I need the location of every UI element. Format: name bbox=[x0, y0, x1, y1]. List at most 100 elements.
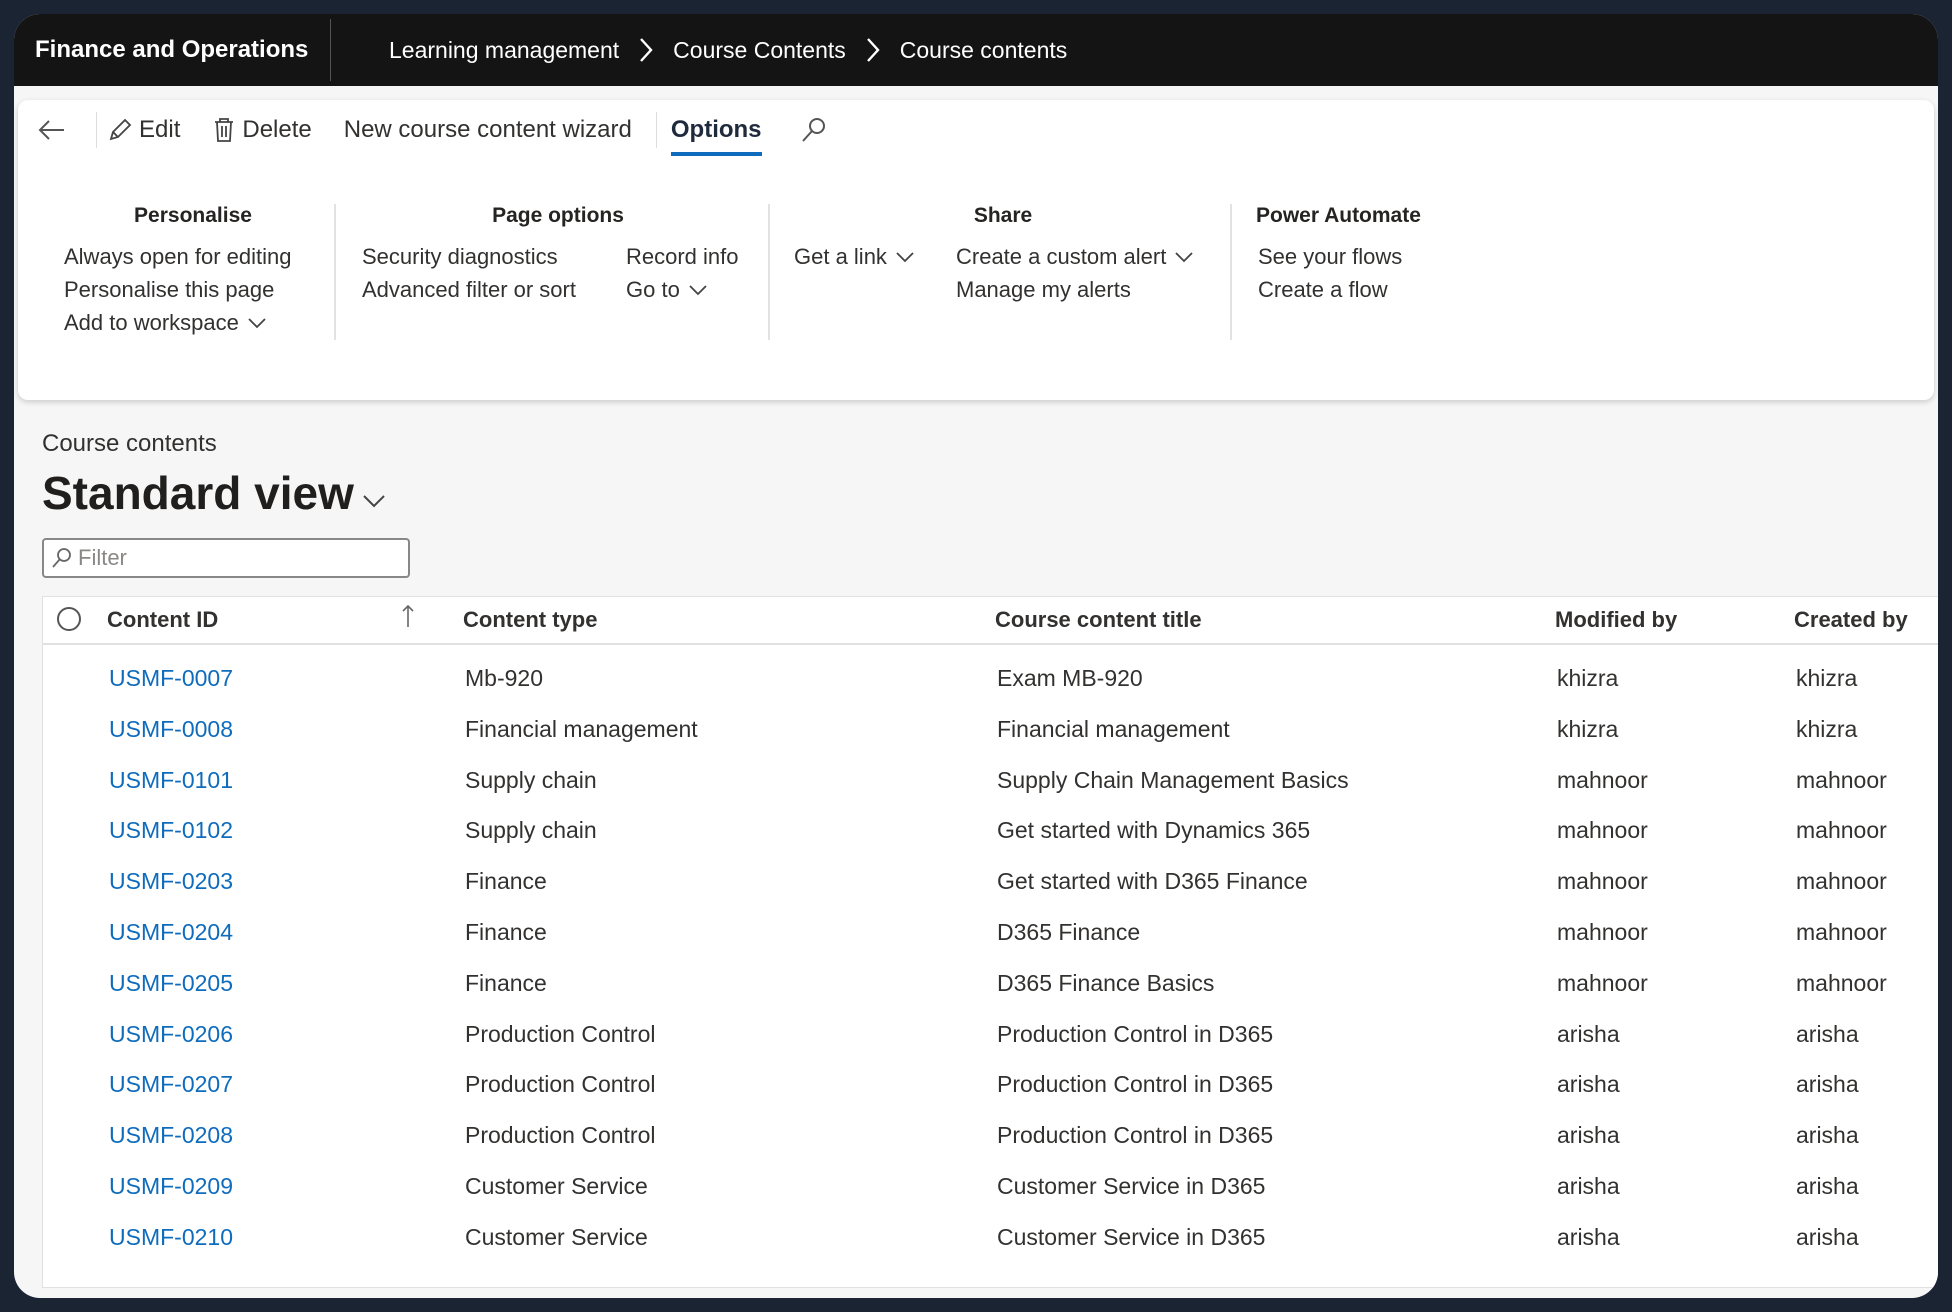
cell-content-type: Supply chain bbox=[465, 766, 597, 793]
create-custom-alert-button[interactable]: Create a custom alert bbox=[956, 240, 1194, 273]
column-header-content-type[interactable]: Content type bbox=[463, 607, 597, 633]
cell-content-type: Finance bbox=[465, 868, 547, 895]
app-title[interactable]: Finance and Operations bbox=[14, 36, 330, 64]
add-to-workspace-button[interactable]: Add to workspace bbox=[64, 306, 291, 339]
breadcrumb-item-learning-management[interactable]: Learning management bbox=[389, 37, 619, 64]
cell-modified-by: arisha bbox=[1557, 1223, 1620, 1250]
table-row[interactable]: USMF-0209 Customer Service Customer Servic… bbox=[43, 1163, 1938, 1214]
breadcrumb: Learning management Course Contents Cour… bbox=[331, 37, 1067, 64]
advanced-filter-sort-button[interactable]: Advanced filter or sort bbox=[362, 273, 576, 306]
cell-content-type: Mb-920 bbox=[465, 665, 543, 691]
cell-content-type: Finance bbox=[465, 969, 547, 996]
cell-course-content-title: Get started with Dynamics 365 bbox=[997, 817, 1311, 844]
cell-created-by: mahnoor bbox=[1796, 969, 1887, 996]
share-get-link: Get a link bbox=[794, 240, 915, 273]
chevron-down-icon bbox=[896, 251, 914, 262]
go-to-label: Go to bbox=[626, 277, 680, 302]
cell-course-content-title: Production Control in D365 bbox=[997, 1071, 1274, 1098]
select-all-radio[interactable] bbox=[57, 607, 81, 631]
table-row[interactable]: USMF-0008 Financial management Financial m… bbox=[43, 706, 1938, 757]
edit-button[interactable]: Edit bbox=[107, 116, 180, 144]
table-row[interactable]: USMF-0007 Mb-920 Exam MB-920 khizra khizra bbox=[43, 655, 1938, 706]
record-info-button[interactable]: Record info bbox=[626, 240, 739, 273]
cell-course-content-title: D365 Finance bbox=[997, 919, 1141, 945]
personalise-this-page-button[interactable]: Personalise this page bbox=[64, 273, 291, 306]
cell-modified-by: khizra bbox=[1557, 665, 1619, 691]
table-row[interactable]: USMF-0203 Finance Get started with D365 Fi… bbox=[43, 858, 1938, 909]
cell-content-id[interactable]: USMF-0210 bbox=[109, 1224, 233, 1251]
group-title-share: Share bbox=[973, 204, 1033, 227]
group-divider bbox=[768, 204, 770, 340]
new-course-content-wizard-button[interactable]: New course content wizard bbox=[344, 116, 632, 144]
cell-created-by: khizra bbox=[1796, 665, 1858, 691]
cell-content-type: Customer Service bbox=[465, 1173, 648, 1199]
create-a-flow-button[interactable]: Create a flow bbox=[1258, 273, 1402, 306]
back-button[interactable] bbox=[36, 118, 72, 142]
cell-content-id[interactable]: USMF-0206 bbox=[109, 1021, 233, 1048]
cell-content-id[interactable]: USMF-0008 bbox=[109, 716, 233, 743]
table-row[interactable]: USMF-0101 Supply chain Supply Chain Manage… bbox=[43, 757, 1938, 808]
cell-content-type: Customer Service bbox=[465, 1223, 648, 1250]
see-your-flows-button[interactable]: See your flows bbox=[1258, 240, 1402, 273]
cell-content-id[interactable]: USMF-0208 bbox=[109, 1122, 233, 1149]
cell-content-id[interactable]: USMF-0207 bbox=[109, 1071, 233, 1098]
group-divider bbox=[1230, 204, 1232, 340]
cell-created-by: mahnoor bbox=[1796, 766, 1887, 793]
cell-course-content-title: Production Control in D365 bbox=[997, 1020, 1274, 1047]
cell-content-id[interactable]: USMF-0102 bbox=[109, 817, 233, 844]
cell-content-id[interactable]: USMF-0204 bbox=[109, 919, 233, 946]
cell-course-content-title: Customer Service in D365 bbox=[997, 1223, 1266, 1250]
edit-label: Edit bbox=[139, 116, 181, 143]
table-row[interactable]: USMF-0210 Customer Service Customer Servic… bbox=[43, 1214, 1938, 1265]
security-diagnostics-button[interactable]: Security diagnostics bbox=[362, 240, 576, 273]
app-window: Finance and Operations Learning manageme… bbox=[14, 14, 1938, 1298]
filter-box bbox=[42, 538, 410, 578]
breadcrumb-item-course-contents[interactable]: Course Contents bbox=[673, 37, 846, 64]
column-header-created-by[interactable]: Created by bbox=[1794, 607, 1908, 633]
breadcrumb-item-current-page[interactable]: Course contents bbox=[900, 37, 1067, 64]
delete-button[interactable]: Delete bbox=[212, 116, 312, 144]
table-row[interactable]: USMF-0205 Finance D365 Finance Basics mahno… bbox=[43, 960, 1938, 1011]
group-divider bbox=[334, 204, 336, 340]
manage-my-alerts-button[interactable]: Manage my alerts bbox=[956, 273, 1194, 306]
page-caption: Course contents bbox=[42, 430, 217, 457]
cell-content-type: Production Control bbox=[465, 1020, 656, 1047]
search-button[interactable] bbox=[800, 116, 834, 144]
cell-modified-by: arisha bbox=[1557, 1173, 1620, 1199]
column-header-content-id[interactable]: Content ID bbox=[107, 607, 218, 633]
cell-created-by: khizra bbox=[1796, 715, 1858, 742]
table-row[interactable]: USMF-0207 Production Control Production Co… bbox=[43, 1061, 1938, 1112]
cell-course-content-title: Financial management bbox=[997, 715, 1230, 742]
chevron-down-icon bbox=[1175, 251, 1193, 262]
table-row[interactable]: USMF-0206 Production Control Production Co… bbox=[43, 1011, 1938, 1062]
cell-modified-by: arisha bbox=[1557, 1020, 1620, 1047]
chevron-right-icon bbox=[639, 37, 653, 63]
cell-course-content-title: Get started with D365 Finance bbox=[997, 868, 1308, 895]
cell-created-by: arisha bbox=[1796, 1223, 1859, 1250]
cell-modified-by: arisha bbox=[1557, 1122, 1620, 1149]
tab-options[interactable]: Options bbox=[670, 116, 762, 156]
cell-content-id[interactable]: USMF-0209 bbox=[109, 1173, 233, 1200]
delete-label: Delete bbox=[242, 116, 312, 143]
cell-content-id[interactable]: USMF-0101 bbox=[109, 767, 233, 794]
trash-icon bbox=[215, 118, 234, 142]
column-header-modified-by[interactable]: Modified by bbox=[1555, 607, 1677, 633]
table-row[interactable]: USMF-0204 Finance D365 Finance mahnoor mahno… bbox=[43, 909, 1938, 960]
sort-ascending-icon[interactable] bbox=[401, 603, 415, 635]
get-a-link-button[interactable]: Get a link bbox=[794, 240, 915, 273]
action-pane: Edit Delete New course content wizard Op… bbox=[18, 100, 1934, 400]
always-open-for-editing-button[interactable]: Always open for editing bbox=[64, 240, 291, 273]
cell-content-id[interactable]: USMF-0203 bbox=[109, 868, 233, 895]
cell-content-id[interactable]: USMF-0205 bbox=[109, 970, 233, 997]
table-row[interactable]: USMF-0208 Production Control Production Co… bbox=[43, 1112, 1938, 1163]
view-selector[interactable]: Standard view bbox=[42, 466, 386, 520]
column-header-course-content-title[interactable]: Course content title bbox=[995, 607, 1202, 633]
go-to-button[interactable]: Go to bbox=[626, 273, 739, 306]
filter-input[interactable] bbox=[76, 544, 380, 572]
cell-created-by: arisha bbox=[1796, 1122, 1859, 1149]
cell-content-id[interactable]: USMF-0007 bbox=[109, 665, 233, 692]
cell-course-content-title: Exam MB-920 bbox=[997, 665, 1143, 691]
table-row[interactable]: USMF-0102 Supply chain Get started with Dy… bbox=[43, 807, 1938, 858]
group-title-power-automate: Power Automate bbox=[1256, 204, 1421, 227]
cell-content-type: Production Control bbox=[465, 1122, 656, 1149]
